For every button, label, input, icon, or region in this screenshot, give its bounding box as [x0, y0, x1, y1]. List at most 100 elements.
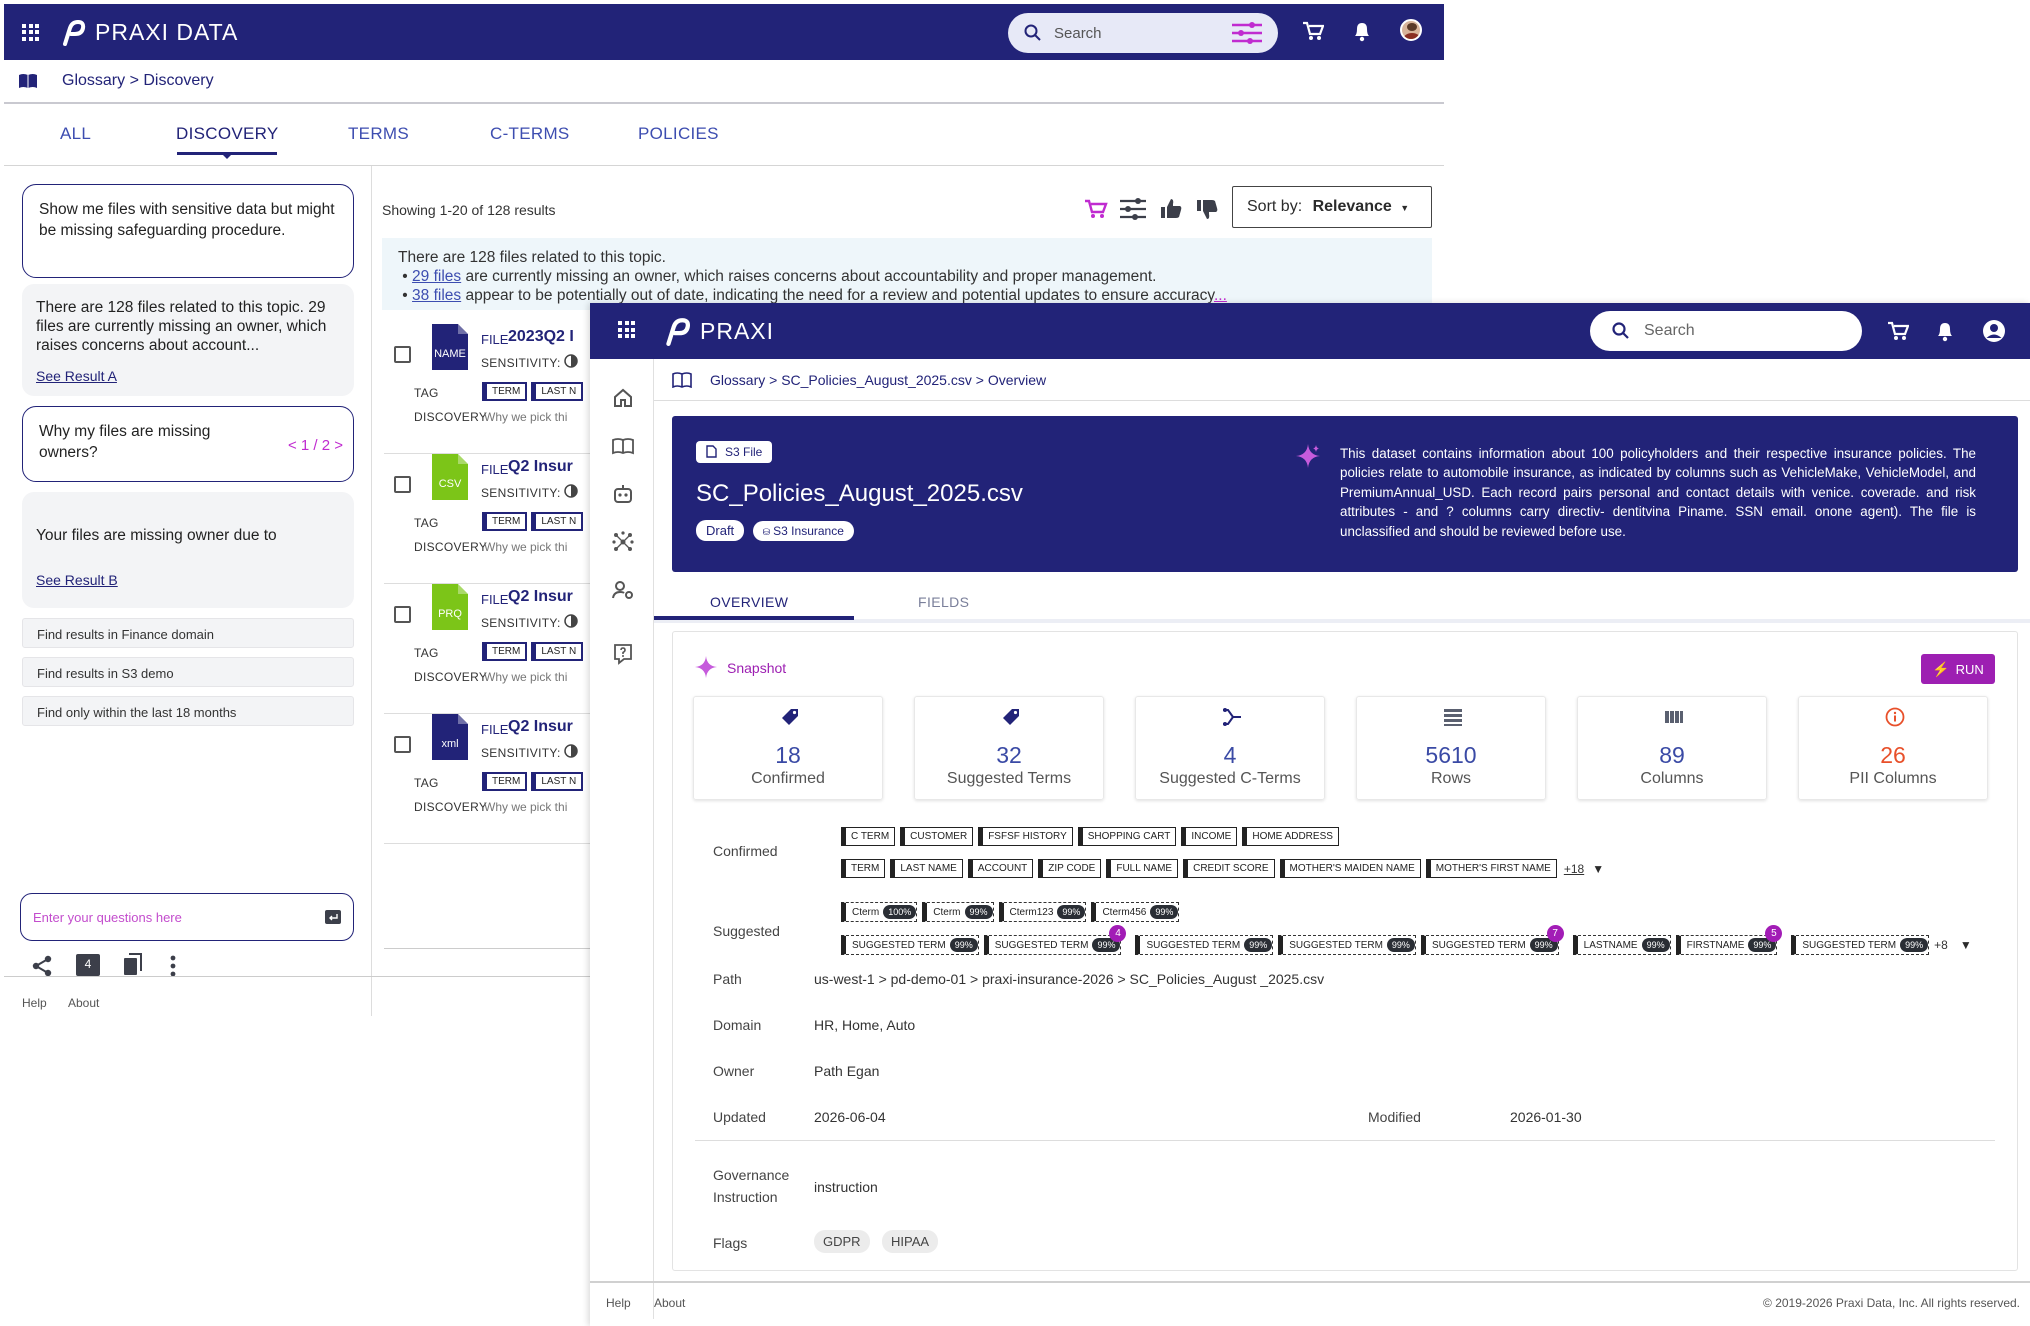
stat-columns[interactable]: 89 Columns: [1577, 696, 1767, 800]
cart-icon[interactable]: [1887, 320, 1909, 342]
tag-chip[interactable]: TERM: [482, 642, 528, 661]
summary-more-link[interactable]: ...: [1214, 287, 1227, 304]
term-chip[interactable]: MOTHER'S FIRST NAME: [1425, 859, 1557, 878]
flag-chip[interactable]: GDPR: [814, 1230, 870, 1253]
help-link[interactable]: Help: [606, 1296, 631, 1310]
apps-grid-icon[interactable]: [22, 23, 39, 41]
suggestion-chip[interactable]: Find results in Finance domain: [22, 618, 354, 648]
tag-chip[interactable]: TERM: [482, 512, 528, 531]
more-confirmed-link[interactable]: +18: [1564, 862, 1584, 876]
brand-logo[interactable]: PRAXI DATA: [59, 18, 238, 46]
more-suggested-link[interactable]: +8: [1934, 938, 1948, 952]
suggested-chip[interactable]: Cterm456 99%: [1091, 902, 1180, 922]
filter-sliders-icon[interactable]: [1232, 22, 1262, 44]
stat-suggested-c-terms[interactable]: 4 Suggested C-Terms: [1135, 696, 1325, 800]
row-checkbox[interactable]: [394, 346, 411, 363]
glossary-book-icon[interactable]: [672, 371, 692, 388]
user-settings-icon[interactable]: [612, 579, 634, 601]
run-button[interactable]: ⚡ RUN: [1921, 654, 1995, 684]
about-link[interactable]: About: [654, 1296, 685, 1310]
file-title-link[interactable]: 2023Q2 I: [508, 328, 574, 346]
term-chip[interactable]: SHOPPING CART: [1077, 827, 1177, 846]
breadcrumb-text[interactable]: Glossary > SC_Policies_August_2025.csv >…: [710, 372, 1046, 388]
term-chip[interactable]: ZIP CODE: [1038, 859, 1102, 878]
question-input[interactable]: Enter your questions here: [20, 893, 354, 941]
tag-chip[interactable]: LAST N: [531, 512, 584, 531]
file-title-link[interactable]: Q2 Insur: [508, 718, 573, 736]
tag-chip[interactable]: TERM: [482, 382, 528, 401]
avatar[interactable]: [1400, 19, 1422, 41]
suggestion-chip[interactable]: Find results in S3 demo: [22, 657, 354, 687]
breadcrumb-text[interactable]: Glossary > Discovery: [62, 72, 214, 90]
suggested-chip[interactable]: SUGGESTED TERM 99% 7: [1420, 925, 1564, 955]
suggested-chip[interactable]: FIRSTNAME 99% 5: [1675, 925, 1783, 955]
see-result-b-link[interactable]: See Result B: [36, 572, 118, 588]
stat-suggested-terms[interactable]: 32 Suggested Terms: [914, 696, 1104, 800]
source-badge[interactable]: ⛁ S3 Insurance: [752, 521, 854, 541]
thumbs-up-icon[interactable]: [1160, 197, 1182, 219]
brand-logo[interactable]: PRAXI: [662, 316, 774, 346]
expand-caret-icon[interactable]: ▼: [1592, 862, 1604, 876]
help-link[interactable]: Help: [22, 996, 47, 1010]
tag-chip[interactable]: LAST N: [531, 382, 584, 401]
tab-discovery[interactable]: DISCOVERY: [176, 124, 279, 144]
suggested-chip[interactable]: SUGGESTED TERM 99% 4: [983, 925, 1127, 955]
suggested-chip[interactable]: Cterm 100%: [841, 902, 918, 922]
suggested-chip[interactable]: SUGGESTED TERM 99%: [841, 935, 979, 955]
tab-fields[interactable]: FIELDS: [918, 594, 969, 610]
tab-terms[interactable]: TERMS: [348, 124, 409, 144]
account-icon[interactable]: [1982, 319, 2006, 343]
stat-rows[interactable]: 5610 Rows: [1356, 696, 1546, 800]
term-chip[interactable]: INCOME: [1181, 827, 1238, 846]
stat-confirmed[interactable]: 18 Confirmed: [693, 696, 883, 800]
cart-icon[interactable]: [1084, 198, 1108, 220]
bell-icon[interactable]: [1935, 320, 1955, 342]
tag-chip[interactable]: LAST N: [531, 642, 584, 661]
tag-chip[interactable]: TERM: [482, 772, 528, 791]
expand-caret-icon[interactable]: ▼: [1960, 938, 1972, 952]
suggested-chip[interactable]: SUGGESTED TERM 99%: [1278, 935, 1416, 955]
about-link[interactable]: About: [68, 996, 99, 1010]
row-checkbox[interactable]: [394, 606, 411, 623]
flag-chip[interactable]: HIPAA: [882, 1230, 939, 1253]
copy-document-icon[interactable]: [122, 953, 144, 977]
home-icon[interactable]: [612, 387, 634, 409]
suggested-chip[interactable]: SUGGESTED TERM 99%: [1135, 935, 1274, 955]
file-title-link[interactable]: Q2 Insur: [508, 458, 573, 476]
term-chip[interactable]: TERM: [841, 859, 886, 878]
row-checkbox[interactable]: [394, 476, 411, 493]
more-vert-icon[interactable]: [170, 955, 176, 977]
tab-c-terms[interactable]: C-TERMS: [490, 124, 570, 144]
term-chip[interactable]: FULL NAME: [1106, 859, 1179, 878]
term-chip[interactable]: ACCOUNT: [967, 859, 1034, 878]
stat-pii-columns[interactable]: 26 PII Columns: [1798, 696, 1988, 800]
thumbs-down-icon[interactable]: [1196, 199, 1218, 221]
missing-owner-files-link[interactable]: 29 files: [412, 268, 461, 285]
search-box[interactable]: Search: [1008, 13, 1278, 53]
question-pager[interactable]: < 1 / 2 >: [288, 435, 343, 456]
suggestion-chip[interactable]: Find only within the last 18 months: [22, 696, 354, 726]
see-result-a-link[interactable]: See Result A: [36, 368, 117, 384]
apps-grid-icon[interactable]: [618, 321, 635, 338]
cart-icon[interactable]: [1302, 20, 1324, 42]
bell-icon[interactable]: [1352, 20, 1372, 42]
tag-chip[interactable]: LAST N: [531, 772, 584, 791]
term-chip[interactable]: C TERM: [841, 827, 896, 846]
filter-sliders-icon[interactable]: [1120, 198, 1146, 220]
term-chip[interactable]: FSFSF HISTORY: [978, 827, 1073, 846]
suggested-chip[interactable]: Cterm123 99%: [998, 902, 1087, 922]
term-chip[interactable]: LAST NAME: [890, 859, 963, 878]
term-chip[interactable]: CUSTOMER: [900, 827, 974, 846]
glossary-book-icon[interactable]: [18, 72, 38, 90]
network-graph-icon[interactable]: [612, 531, 634, 553]
search-box[interactable]: Search: [1590, 311, 1862, 351]
enter-key-icon[interactable]: [325, 910, 341, 924]
tab-all[interactable]: ALL: [60, 124, 91, 144]
glossary-book-icon[interactable]: [612, 435, 634, 457]
row-checkbox[interactable]: [394, 736, 411, 753]
help-question-icon[interactable]: [612, 643, 634, 665]
file-title-link[interactable]: Q2 Insur: [508, 588, 573, 606]
suggested-chip[interactable]: LASTNAME 99%: [1572, 935, 1671, 955]
tab-policies[interactable]: POLICIES: [638, 124, 719, 144]
out-of-date-files-link[interactable]: 38 files: [412, 287, 461, 304]
